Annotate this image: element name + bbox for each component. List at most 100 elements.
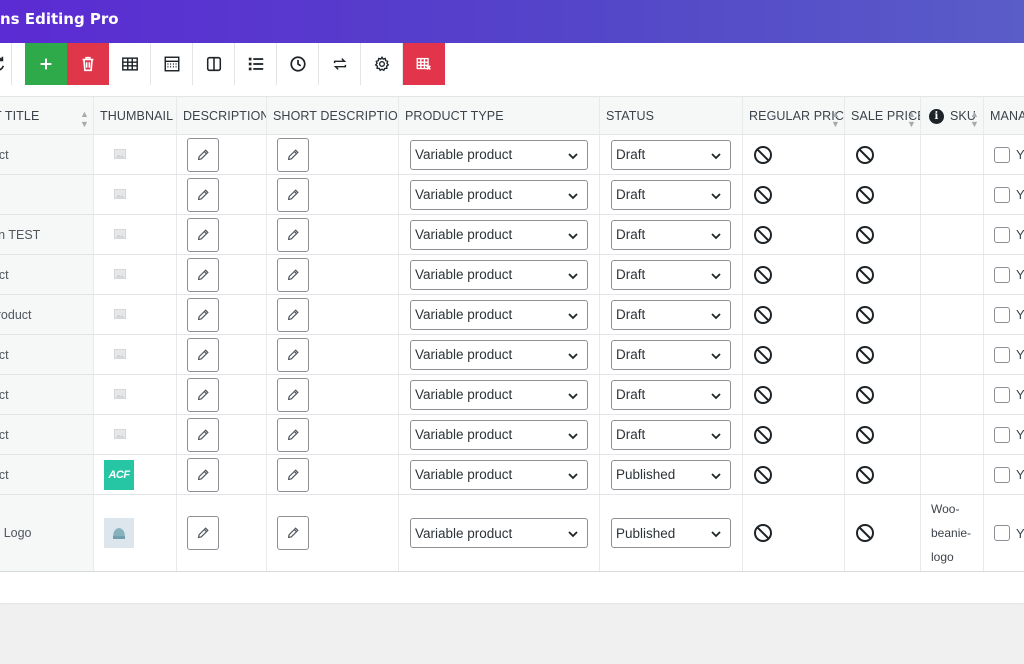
manage-stock-checkbox[interactable] — [994, 266, 1010, 283]
manage-stock-checkbox[interactable] — [994, 386, 1010, 403]
product-thumbnail[interactable] — [104, 426, 126, 444]
delete-button[interactable] — [67, 43, 109, 85]
manage-stock-checkbox[interactable] — [994, 525, 1010, 541]
regular-price-cell[interactable] — [743, 175, 845, 214]
status-select[interactable]: Draft — [611, 379, 731, 410]
regular-price-cell[interactable] — [743, 255, 845, 294]
regular-price-cell[interactable] — [743, 135, 845, 174]
product-thumbnail[interactable] — [104, 226, 126, 244]
regular-price-cell[interactable] — [743, 415, 845, 454]
regular-price-cell[interactable] — [743, 495, 845, 571]
manage-stock-checkbox[interactable] — [994, 226, 1010, 243]
edit-short-description-button[interactable] — [277, 257, 309, 292]
edit-short-description-button[interactable] — [277, 457, 309, 492]
edit-short-description-button[interactable] — [277, 516, 309, 550]
manage-stock-checkbox[interactable] — [994, 346, 1010, 363]
sort-icon[interactable]: ▲ ▼ — [80, 109, 89, 129]
status-select[interactable]: Draft — [611, 259, 731, 290]
product-title-cell[interactable]: oduct — [0, 255, 94, 294]
product-type-select[interactable]: Variable product — [410, 459, 588, 490]
regular-price-cell[interactable] — [743, 375, 845, 414]
product-title-cell[interactable]: oduct — [0, 335, 94, 374]
product-thumbnail[interactable]: ACF — [104, 459, 134, 490]
edit-description-button[interactable] — [187, 457, 219, 492]
product-thumbnail[interactable] — [104, 266, 126, 284]
reload-button[interactable] — [0, 43, 12, 85]
product-thumbnail[interactable] — [104, 306, 126, 324]
edit-description-button[interactable] — [187, 177, 219, 212]
status-select[interactable]: Draft — [611, 179, 731, 210]
column-header-title[interactable]: T TITLE ▲▼ — [0, 97, 94, 135]
sort-icon[interactable]: ▲ ▼ — [831, 109, 840, 129]
regular-price-cell[interactable] — [743, 215, 845, 254]
product-thumbnail[interactable] — [104, 346, 126, 364]
sale-price-cell[interactable] — [845, 495, 921, 571]
manage-stock-checkbox[interactable] — [994, 466, 1010, 483]
edit-short-description-button[interactable] — [277, 217, 309, 252]
edit-short-description-button[interactable] — [277, 417, 309, 452]
edit-short-description-button[interactable] — [277, 377, 309, 412]
info-icon[interactable]: i — [929, 108, 944, 124]
sale-price-cell[interactable] — [845, 175, 921, 214]
sale-price-cell[interactable] — [845, 455, 921, 494]
bulk-edit-button[interactable] — [151, 43, 193, 85]
product-title-cell[interactable] — [0, 175, 94, 214]
status-select[interactable]: Draft — [611, 139, 731, 170]
edit-short-description-button[interactable] — [277, 337, 309, 372]
edit-short-description-button[interactable] — [277, 137, 309, 172]
status-select[interactable]: Draft — [611, 419, 731, 450]
regular-price-cell[interactable] — [743, 295, 845, 334]
status-select[interactable]: Published — [611, 459, 731, 490]
settings-button[interactable] — [361, 43, 403, 85]
product-title-cell[interactable]: e Product — [0, 295, 94, 334]
product-type-select[interactable]: Variable product — [410, 219, 588, 250]
sale-price-cell[interactable] — [845, 335, 921, 374]
status-select[interactable]: Draft — [611, 339, 731, 370]
sale-price-cell[interactable] — [845, 135, 921, 174]
sale-price-cell[interactable] — [845, 255, 921, 294]
product-type-select[interactable]: Variable product — [410, 179, 588, 210]
history-button[interactable] — [277, 43, 319, 85]
product-title-cell[interactable]: oduct — [0, 375, 94, 414]
product-title-cell[interactable]: oduct — [0, 455, 94, 494]
edit-description-button[interactable] — [187, 137, 219, 172]
product-type-select[interactable]: Variable product — [410, 259, 588, 290]
sale-price-cell[interactable] — [845, 215, 921, 254]
table-view-button[interactable] — [109, 43, 151, 85]
product-type-select[interactable]: Variable product — [410, 379, 588, 410]
sort-icon[interactable]: ▲ ▼ — [970, 109, 979, 129]
product-title-cell[interactable]: with Logo — [0, 495, 94, 571]
edit-short-description-button[interactable] — [277, 297, 309, 332]
edit-description-button[interactable] — [187, 297, 219, 332]
product-type-select[interactable]: Variable product — [410, 518, 588, 548]
manage-stock-checkbox[interactable] — [994, 146, 1010, 163]
product-type-select[interactable]: Variable product — [410, 139, 588, 170]
product-type-select[interactable]: Variable product — [410, 419, 588, 450]
product-title-cell[interactable]: oduct — [0, 135, 94, 174]
manage-stock-checkbox[interactable] — [994, 426, 1010, 443]
product-thumbnail[interactable] — [104, 146, 126, 164]
add-product-button[interactable] — [25, 43, 67, 85]
edit-description-button[interactable] — [187, 516, 219, 550]
column-header-sale-price[interactable]: SALE PRICE ▲ ▼ — [845, 97, 921, 135]
status-select[interactable]: Draft — [611, 299, 731, 330]
regular-price-cell[interactable] — [743, 455, 845, 494]
edit-description-button[interactable] — [187, 217, 219, 252]
regular-price-cell[interactable] — [743, 335, 845, 374]
product-type-select[interactable]: Variable product — [410, 299, 588, 330]
sku-value[interactable]: Woo-beanie-logo — [931, 497, 971, 569]
edit-short-description-button[interactable] — [277, 177, 309, 212]
sort-icon[interactable]: ▲ ▼ — [907, 109, 916, 129]
product-thumbnail[interactable] — [104, 386, 126, 404]
product-thumbnail[interactable] — [104, 186, 126, 204]
list-view-button[interactable] — [235, 43, 277, 85]
edit-description-button[interactable] — [187, 337, 219, 372]
manage-stock-checkbox[interactable] — [994, 306, 1010, 323]
status-select[interactable]: Published — [611, 518, 731, 548]
product-type-select[interactable]: Variable product — [410, 339, 588, 370]
filter-button[interactable] — [403, 43, 445, 85]
sale-price-cell[interactable] — [845, 415, 921, 454]
sale-price-cell[interactable] — [845, 295, 921, 334]
status-select[interactable]: Draft — [611, 219, 731, 250]
column-header-regular-price[interactable]: REGULAR PRICE ▲ ▼ — [743, 97, 845, 135]
